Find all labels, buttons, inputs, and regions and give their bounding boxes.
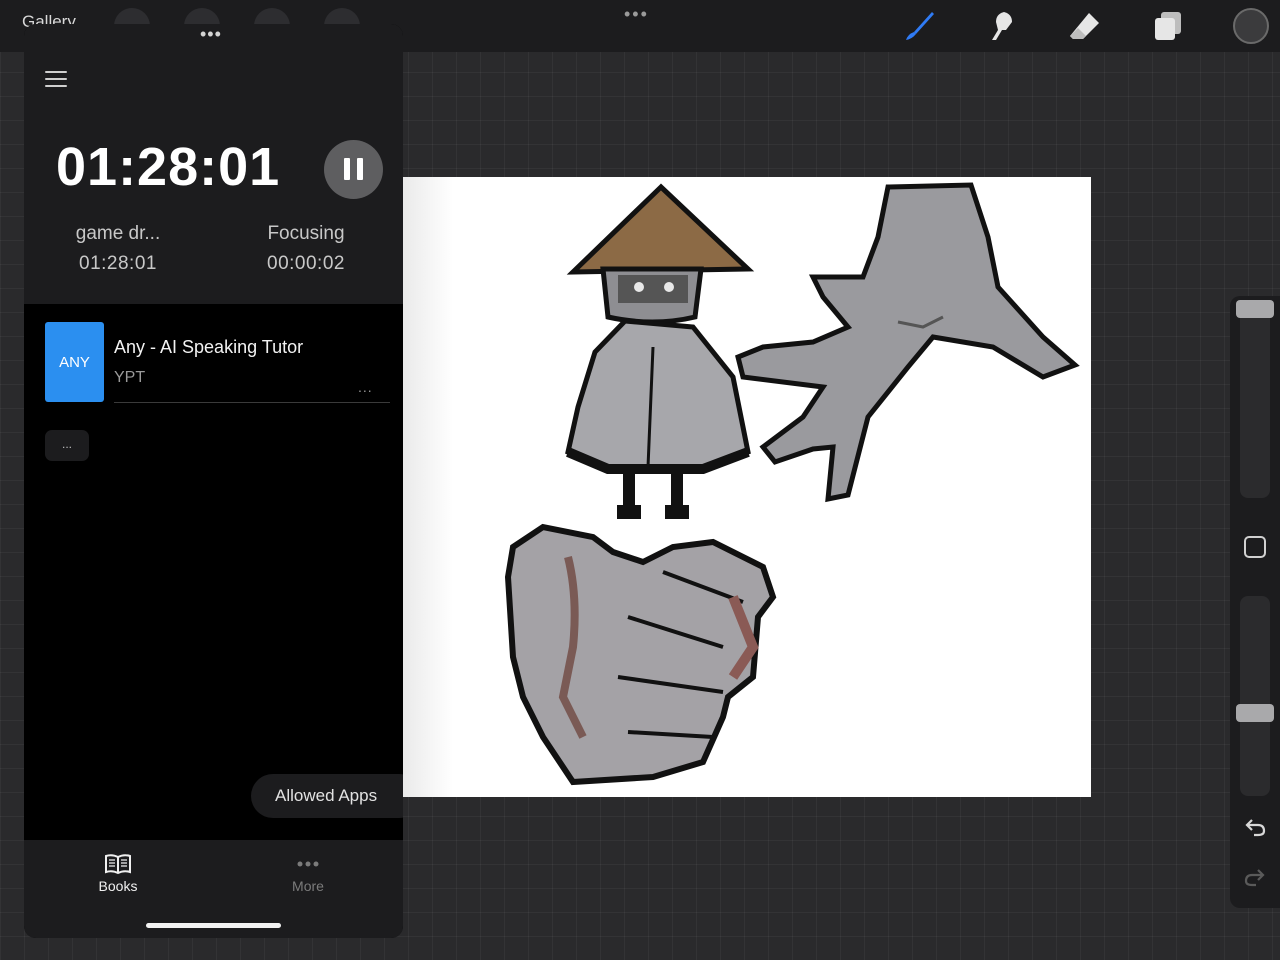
- brush-size-slider-track[interactable]: [1240, 304, 1270, 498]
- brush-icon[interactable]: [902, 8, 938, 44]
- modify-square-icon[interactable]: [1244, 536, 1266, 558]
- drawing-canvas[interactable]: [403, 177, 1091, 797]
- app-title: Any - AI Speaking Tutor: [114, 337, 304, 357]
- tab-books-label: Books: [98, 878, 138, 894]
- focusing-time: 00:00:02: [267, 253, 345, 274]
- canvas-shadow: [403, 177, 453, 797]
- focusing-label: Focusing: [267, 223, 345, 244]
- brush-size-slider-knob[interactable]: [1236, 300, 1274, 318]
- home-indicator[interactable]: [146, 923, 281, 928]
- color-swatch[interactable]: [1233, 8, 1269, 44]
- pause-icon: [344, 158, 350, 180]
- timer-section: ••• 01:28:01 game dr... 01:28:01 Focusin…: [24, 24, 403, 304]
- app-subtitle: YPT: [114, 369, 146, 386]
- allowed-apps-button[interactable]: Allowed Apps: [251, 774, 403, 818]
- redo-icon[interactable]: [1243, 865, 1267, 889]
- focus-timer-panel: ••• 01:28:01 game dr... 01:28:01 Focusin…: [24, 24, 403, 938]
- pixel-art-artwork: [403, 182, 1080, 786]
- eraser-icon[interactable]: [1067, 8, 1103, 44]
- hamburger-icon[interactable]: [45, 71, 69, 91]
- book-icon: [68, 850, 168, 878]
- more-dots-icon: [258, 850, 358, 878]
- tab-more-label: More: [292, 878, 324, 894]
- divider: [114, 402, 390, 403]
- pause-button[interactable]: [324, 140, 383, 199]
- app-icon: ANY: [45, 322, 104, 402]
- app-more-button[interactable]: ...: [358, 379, 373, 395]
- more-options-button[interactable]: ...: [45, 430, 89, 461]
- opacity-slider-track[interactable]: [1240, 596, 1270, 796]
- total-timer: 01:28:01: [56, 137, 281, 197]
- opacity-slider-knob[interactable]: [1236, 704, 1274, 722]
- task-time: 01:28:01: [79, 253, 157, 274]
- undo-icon[interactable]: [1243, 815, 1267, 839]
- allowed-app-item[interactable]: ANY Any - AI Speaking Tutor YPT ...: [45, 322, 390, 404]
- grab-handle[interactable]: •••: [200, 24, 222, 45]
- canvas-menu-dots[interactable]: •••: [624, 4, 649, 25]
- tab-more[interactable]: More: [258, 850, 358, 894]
- right-sidebar: [1230, 296, 1280, 908]
- task-name[interactable]: game dr...: [38, 223, 198, 245]
- smudge-icon[interactable]: [984, 8, 1020, 44]
- tab-books[interactable]: Books: [68, 850, 168, 894]
- layers-icon[interactable]: [1150, 8, 1186, 44]
